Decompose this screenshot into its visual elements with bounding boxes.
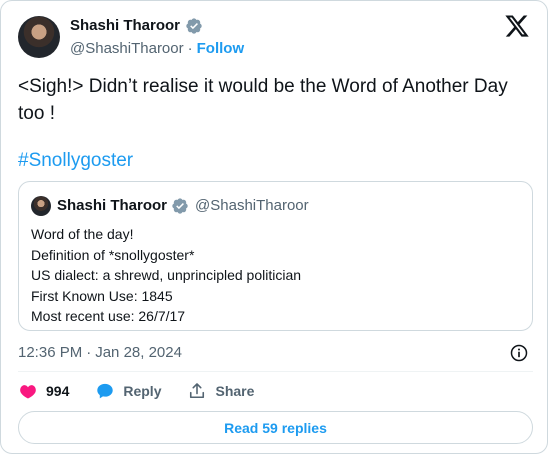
quoted-line: Word of the day!	[31, 226, 134, 242]
share-label: Share	[215, 383, 255, 399]
quoted-line: Definition of *snollygoster*	[31, 246, 195, 263]
quoted-tweet[interactable]: Shashi Tharoor @ShashiTharoor Word of th…	[18, 181, 533, 331]
reply-button[interactable]: Reply	[95, 381, 161, 401]
action-bar: 994 Reply Share	[18, 381, 280, 401]
read-replies-label: Read 59 replies	[224, 419, 327, 436]
info-icon[interactable]	[509, 343, 529, 363]
read-replies-button[interactable]: Read 59 replies	[18, 411, 533, 444]
reply-bubble-icon	[97, 383, 114, 399]
author-name-row: Shashi Tharoor	[70, 16, 203, 36]
follow-button[interactable]: Follow	[197, 39, 245, 59]
quoted-text: Word of the day! Definition of *snollygo…	[31, 224, 301, 327]
quoted-header: Shashi Tharoor @ShashiTharoor	[57, 196, 309, 216]
like-button[interactable]: 994	[18, 381, 69, 401]
heart-icon	[20, 385, 36, 399]
tweet-date[interactable]: Jan 28, 2024	[95, 343, 182, 363]
like-count: 994	[46, 383, 70, 399]
author-handle[interactable]: @ShashiTharoor	[70, 39, 184, 59]
quoted-line: US dialect: a shrewd, unprincipled polit…	[31, 267, 302, 283]
tweet-text: <Sigh!> Didn’t realise it would be the W…	[18, 76, 508, 124]
x-logo-icon[interactable]	[504, 13, 530, 39]
quoted-author-handle: @ShashiTharoor	[195, 197, 309, 214]
quoted-author-name: Shashi Tharoor	[57, 197, 168, 214]
divider	[18, 371, 533, 372]
hashtag-link[interactable]: #Snollygoster	[18, 147, 133, 174]
share-icon	[190, 383, 205, 399]
verified-badge-icon	[186, 18, 202, 34]
author-handle-row: @ShashiTharoor · Follow	[70, 39, 244, 59]
quoted-avatar	[31, 196, 51, 216]
avatar[interactable]	[18, 16, 60, 58]
timestamp[interactable]: 12:36 PM · Jan 28, 2024	[18, 343, 182, 363]
reply-label: Reply	[123, 383, 162, 399]
quoted-line: First Known Use: 1845	[31, 287, 173, 304]
handle-separator: ·	[187, 40, 193, 57]
share-button[interactable]: Share	[187, 381, 254, 401]
verified-badge-icon	[172, 198, 188, 214]
time-separator: ·	[86, 344, 92, 361]
quoted-line: Most recent use: 26/7/17	[31, 308, 186, 324]
tweet-time[interactable]: 12:36 PM	[18, 343, 82, 363]
author-name[interactable]: Shashi Tharoor	[70, 16, 180, 36]
tweet-card: Shashi Tharoor @ShashiTharoor · Follow <…	[0, 0, 548, 454]
